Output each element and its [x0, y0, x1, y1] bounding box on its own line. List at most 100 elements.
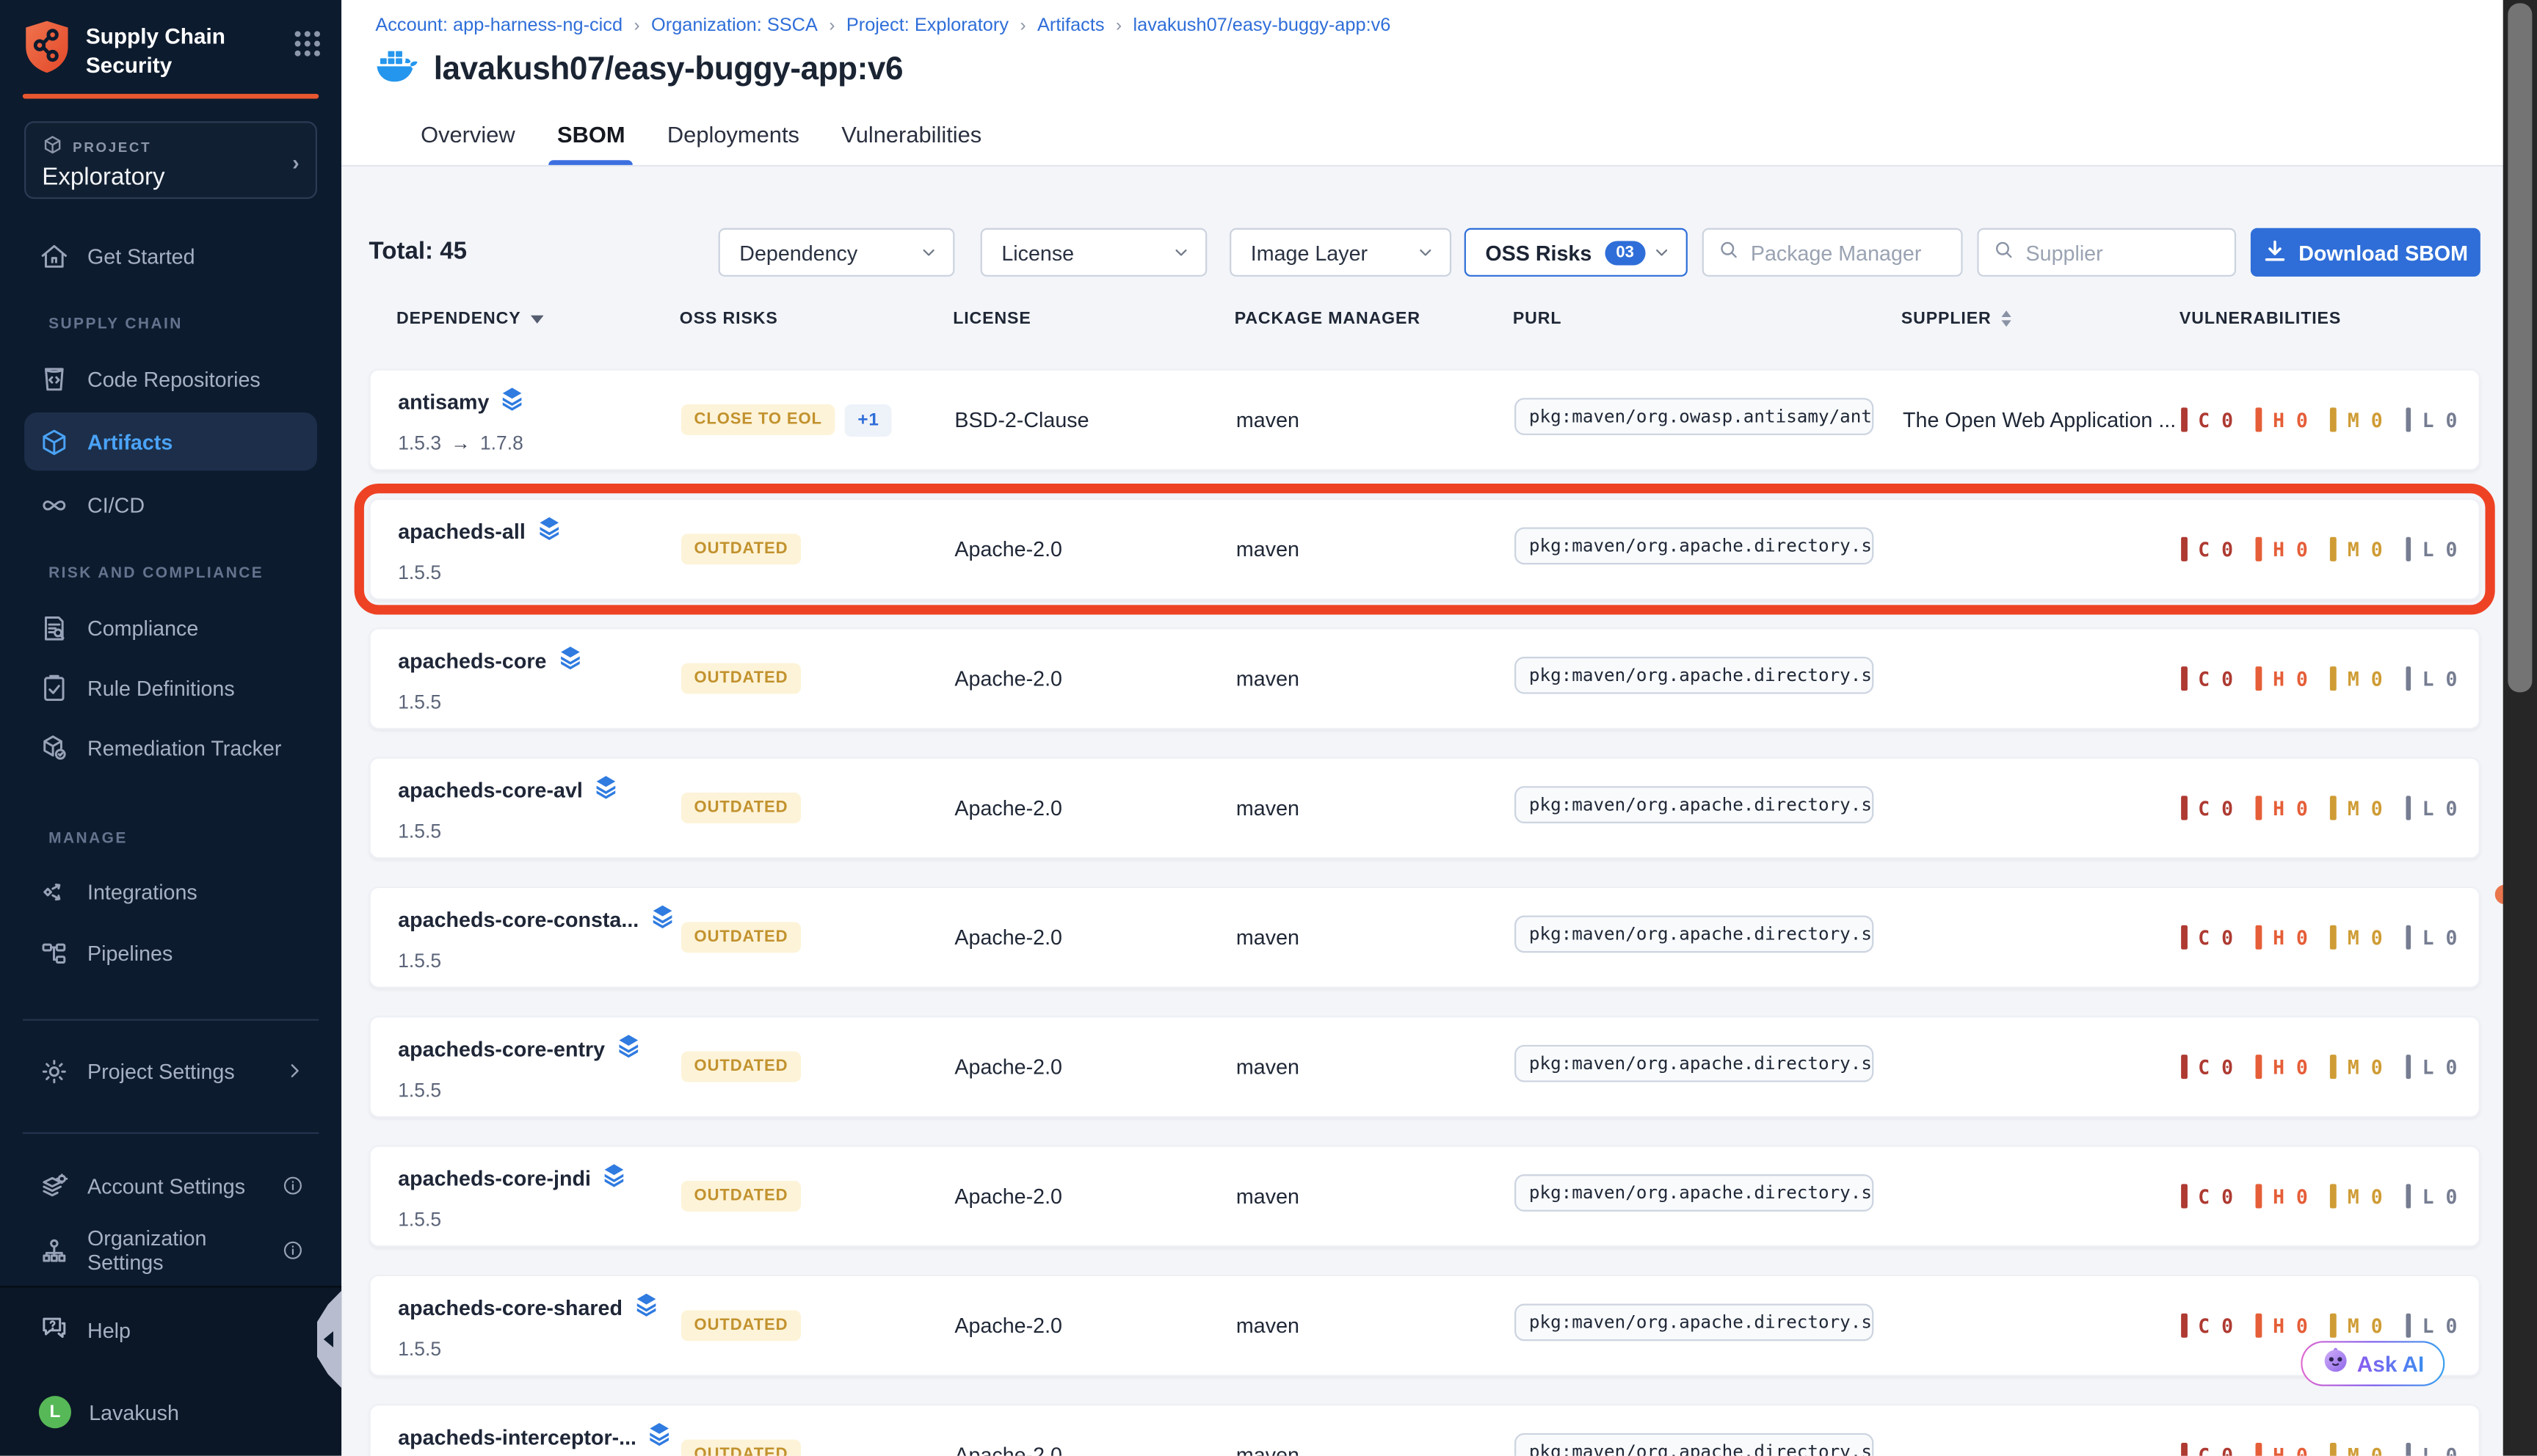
- breadcrumb-project[interactable]: Project: Exploratory: [846, 16, 1009, 35]
- severity-bar-critical: [2181, 666, 2187, 691]
- severity-bar-medium: [2331, 407, 2337, 432]
- page-header: Account: app-harness-ng-cicd › Organizati…: [341, 0, 2537, 102]
- divider: [23, 1132, 319, 1134]
- severity-count-critical: C 0: [2198, 1185, 2233, 1208]
- supplier-search-input[interactable]: [2026, 240, 2204, 264]
- info-icon[interactable]: [282, 1239, 305, 1262]
- breadcrumb-separator: ›: [634, 16, 640, 35]
- table-row[interactable]: apacheds-core-entry 1.5.5 OUTDATED Apach…: [369, 1016, 2480, 1118]
- oss-risk-badges: CLOSE TO EOL+1: [681, 404, 954, 436]
- tab-vulnerabilities[interactable]: Vulnerabilities: [841, 102, 981, 165]
- oss-risk-badges: OUTDATED: [681, 922, 954, 953]
- severity-count-medium: M 0: [2348, 797, 2383, 820]
- nav-section-risk-and-compliance: RISK AND COMPLIANCE: [48, 564, 341, 583]
- oss-risks-filter-select[interactable]: OSS Risks 03: [1465, 228, 1688, 277]
- purl-cell: pkg:maven/org.apache.directory.s…: [1514, 1044, 1903, 1090]
- layers-icon: [647, 1421, 672, 1453]
- license-cell: Apache-2.0: [954, 1184, 1236, 1208]
- severity-count-medium: M 0: [2348, 667, 2383, 690]
- dependency-cell: apacheds-core-jndi 1.5.5: [398, 1162, 681, 1231]
- column-header-dependency[interactable]: DEPENDENCY: [396, 309, 680, 328]
- severity-count-medium: M 0: [2348, 1314, 2383, 1337]
- breadcrumb-organization[interactable]: Organization: SSCA: [651, 16, 818, 35]
- license-filter-select[interactable]: License: [981, 228, 1208, 277]
- sidebar-item-organization-settings[interactable]: Organization Settings: [24, 1231, 317, 1270]
- purl-chip[interactable]: pkg:maven/org.apache.directory.s…: [1514, 1433, 1873, 1456]
- severity-bar-critical: [2181, 1314, 2187, 1338]
- dependency-filter-select[interactable]: Dependency: [719, 228, 955, 277]
- table-row[interactable]: apacheds-core-shared 1.5.5 OUTDATED Apac…: [369, 1275, 2480, 1377]
- severity-count-low: L 0: [2422, 926, 2458, 949]
- table-row[interactable]: apacheds-core-jndi 1.5.5 OUTDATED Apache…: [369, 1146, 2480, 1248]
- table-row[interactable]: apacheds-core-avl 1.5.5 OUTDATED Apache-…: [369, 757, 2480, 859]
- sidebar-item-artifacts[interactable]: Artifacts: [24, 412, 317, 470]
- ask-ai-button[interactable]: Ask AI: [2301, 1341, 2445, 1386]
- layers-icon: [634, 1292, 658, 1324]
- breadcrumb-artifacts[interactable]: Artifacts: [1037, 16, 1105, 35]
- tab-deployments[interactable]: Deployments: [667, 102, 799, 165]
- app-window: Supply Chain Security PROJECT Explorator…: [0, 0, 2537, 1456]
- tab-sbom[interactable]: SBOM: [557, 102, 625, 165]
- purl-chip[interactable]: pkg:maven/org.apache.directory.s…: [1514, 656, 1873, 694]
- oss-risk-badge[interactable]: +1: [845, 404, 893, 436]
- table-row[interactable]: apacheds-core-consta... 1.5.5 OUTDATED A…: [369, 887, 2480, 989]
- severity-bar-high: [2256, 796, 2262, 820]
- chevron-down-icon: [1418, 244, 1434, 261]
- purl-chip[interactable]: pkg:maven/org.owasp.antisamy/ant…: [1514, 397, 1873, 434]
- breadcrumb-account[interactable]: Account: app-harness-ng-cicd: [375, 16, 623, 35]
- nav-section-supply-chain: SUPPLY CHAIN: [48, 316, 341, 335]
- purl-chip[interactable]: pkg:maven/org.apache.directory.s…: [1514, 526, 1873, 564]
- infinity-icon: [39, 489, 70, 520]
- table-row[interactable]: apacheds-core 1.5.5 OUTDATED Apache-2.0 …: [369, 627, 2480, 729]
- table-row[interactable]: antisamy 1.5.3 → 1.7.8 CLOSE TO EOL+1 BS…: [369, 369, 2480, 471]
- scrollbar-track[interactable]: [2503, 0, 2537, 1456]
- table-row[interactable]: apacheds-interceptor-... 1.5.5 OUTDATED …: [369, 1404, 2480, 1456]
- apps-grid-icon[interactable]: [293, 29, 322, 67]
- column-header-oss-risks: OSS RISKS: [680, 309, 953, 328]
- sidebar-item-help[interactable]: Help: [24, 1310, 317, 1349]
- sidebar-item-integrations[interactable]: Integrations: [24, 870, 317, 912]
- sidebar-item-user[interactable]: L Lavakush: [24, 1393, 317, 1432]
- sidebar-item-ci-cd[interactable]: CI/CD: [24, 484, 317, 525]
- sidebar-item-project-settings[interactable]: Project Settings: [24, 1052, 317, 1091]
- severity-bar-high: [2256, 537, 2262, 561]
- image-layer-filter-select[interactable]: Image Layer: [1230, 228, 1451, 277]
- severity-count-medium: M 0: [2348, 1444, 2383, 1456]
- sidebar-item-rule-definitions[interactable]: Rule Definitions: [24, 666, 317, 708]
- code-repository-icon: [39, 363, 70, 394]
- sidebar-item-get-started[interactable]: Get Started: [24, 235, 317, 277]
- supplier-search[interactable]: [1977, 228, 2236, 277]
- package-manager-search-input[interactable]: [1751, 240, 1928, 264]
- purl-chip[interactable]: pkg:maven/org.apache.directory.s…: [1514, 1173, 1873, 1211]
- table-row[interactable]: apacheds-all 1.5.5 OUTDATED Apache-2.0 m…: [369, 498, 2480, 600]
- sidebar-item-pipelines[interactable]: Pipelines: [24, 932, 317, 974]
- severity-count-critical: C 0: [2198, 409, 2233, 432]
- info-icon[interactable]: [282, 1174, 305, 1197]
- oss-risk-badge: OUTDATED: [681, 663, 801, 694]
- purl-cell: pkg:maven/org.owasp.antisamy/ant…: [1514, 397, 1903, 443]
- purl-cell: pkg:maven/org.apache.directory.s…: [1514, 1303, 1903, 1348]
- purl-chip[interactable]: pkg:maven/org.apache.directory.s…: [1514, 785, 1873, 823]
- dependency-name: apacheds-core-consta...: [398, 908, 639, 932]
- sidebar-item-remediation-tracker[interactable]: Remediation Tracker: [24, 727, 317, 768]
- severity-count-high: H 0: [2273, 667, 2308, 690]
- severity-bar-medium: [2331, 1055, 2337, 1079]
- breadcrumb-current[interactable]: lavakush07/easy-buggy-app:v6: [1133, 16, 1391, 35]
- project-selector[interactable]: PROJECT Exploratory ›: [24, 121, 317, 199]
- dependency-name: apacheds-interceptor-...: [398, 1425, 636, 1449]
- sidebar-item-code-repositories[interactable]: Code Repositories: [24, 357, 317, 399]
- oss-risk-badge: OUTDATED: [681, 1181, 801, 1212]
- purl-chip[interactable]: pkg:maven/org.apache.directory.s…: [1514, 1044, 1873, 1082]
- sidebar-item-compliance[interactable]: Compliance: [24, 607, 317, 649]
- sidebar-item-account-settings[interactable]: Account Settings: [24, 1166, 317, 1205]
- sbom-content: Total: 45 Dependency License Image Layer…: [341, 167, 2537, 1456]
- license-cell: Apache-2.0: [954, 1443, 1236, 1456]
- purl-chip[interactable]: pkg:maven/org.apache.directory.s…: [1514, 914, 1873, 952]
- page-title: lavakush07/easy-buggy-app:v6: [434, 51, 903, 88]
- purl-chip[interactable]: pkg:maven/org.apache.directory.s…: [1514, 1303, 1873, 1340]
- scrollbar-thumb[interactable]: [2508, 3, 2532, 692]
- package-manager-search[interactable]: [1702, 228, 1963, 277]
- column-header-supplier[interactable]: SUPPLIER: [1901, 309, 2180, 328]
- download-sbom-button[interactable]: Download SBOM: [2251, 228, 2480, 277]
- tab-overview[interactable]: Overview: [421, 102, 515, 165]
